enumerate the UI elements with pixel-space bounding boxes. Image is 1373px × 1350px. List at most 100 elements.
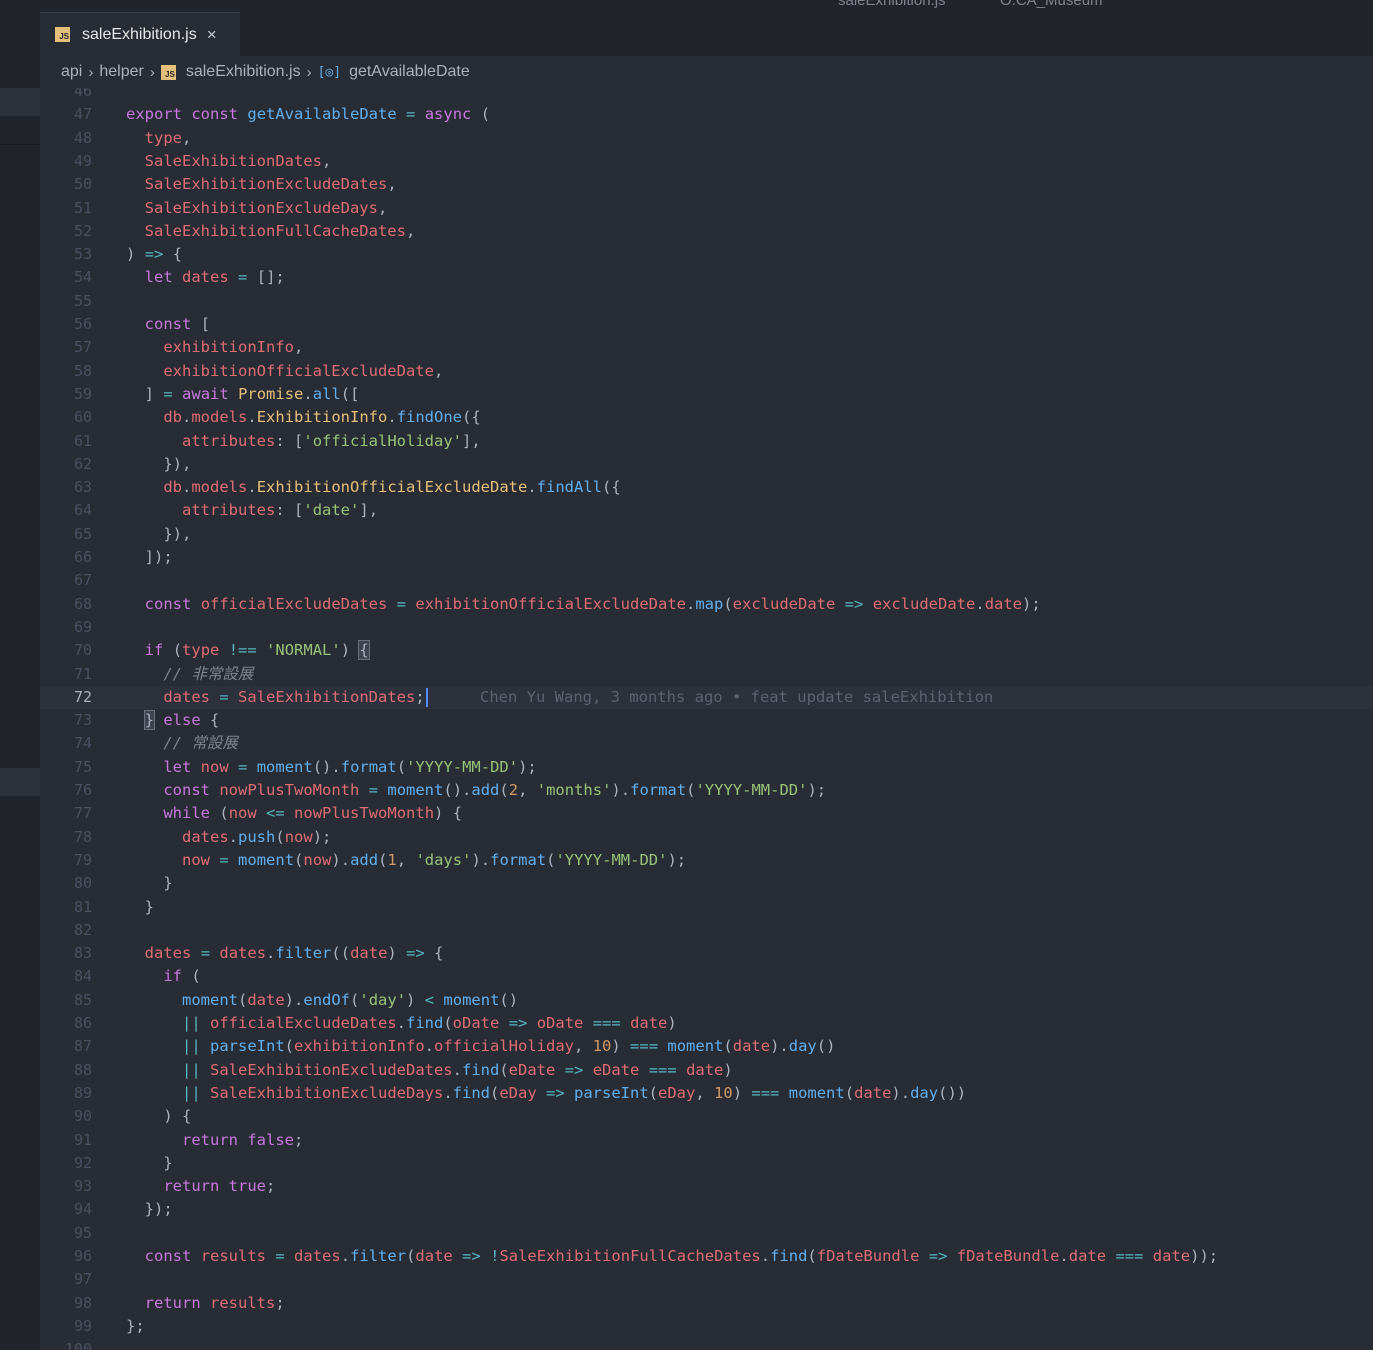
code-line[interactable]: 72 dates = SaleExhibitionDates; Chen Yu W… bbox=[40, 685, 1373, 710]
code-line[interactable]: 60 db.models.ExhibitionInfo.findOne({ bbox=[40, 406, 1373, 429]
close-icon[interactable]: × bbox=[207, 26, 217, 43]
code-line[interactable]: 96 const results = dates.filter(date => … bbox=[40, 1245, 1373, 1268]
code-line[interactable]: 64 attributes: ['date'], bbox=[40, 499, 1373, 522]
code-line[interactable]: 49 SaleExhibitionDates, bbox=[40, 150, 1373, 173]
code-text: } bbox=[163, 874, 173, 893]
code-line[interactable]: 77 while (now <= nowPlusTwoMonth) { bbox=[40, 802, 1373, 825]
code-line[interactable]: 91 return false; bbox=[40, 1129, 1373, 1152]
line-number: 62 bbox=[73, 454, 92, 473]
line-number: 93 bbox=[73, 1177, 92, 1196]
code-line[interactable]: 59 ] = await Promise.all([ bbox=[40, 383, 1373, 406]
code-text: || officialExcludeDates.find(oDate => oD… bbox=[182, 1014, 677, 1032]
code-line[interactable]: 66 ]); bbox=[40, 546, 1373, 569]
line-number: 69 bbox=[73, 617, 92, 636]
code-line[interactable]: 62 }), bbox=[40, 453, 1373, 476]
line-number: 66 bbox=[73, 548, 92, 566]
code-text: let dates = []; bbox=[144, 268, 285, 287]
code-line[interactable]: 88 || SaleExhibitionExcludeDates.find(eD… bbox=[40, 1059, 1373, 1082]
code-line[interactable]: 95 bbox=[40, 1222, 1373, 1245]
line-number: 73 bbox=[73, 711, 92, 730]
tab-label: saleExhibition.js bbox=[82, 25, 197, 43]
code-line[interactable]: 54 let dates = []; bbox=[40, 266, 1373, 289]
code-line[interactable]: 86 || officialExcludeDates.find(oDate =>… bbox=[40, 1012, 1373, 1035]
line-number: 88 bbox=[73, 1060, 92, 1079]
breadcrumb-item-function[interactable]: getAvailableDate bbox=[349, 63, 470, 81]
code-line[interactable]: 50 SaleExhibitionExcludeDates, bbox=[40, 173, 1373, 196]
line-number: 63 bbox=[73, 478, 92, 497]
line-number: 91 bbox=[73, 1130, 92, 1149]
breadcrumb-item-helper[interactable]: helper bbox=[99, 63, 143, 81]
code-line[interactable]: 75 let now = moment().format('YYYY-MM-DD… bbox=[40, 756, 1373, 779]
sidebar-item[interactable] bbox=[0, 768, 40, 796]
line-number: 72 bbox=[73, 687, 92, 706]
sidebar-divider bbox=[0, 144, 40, 145]
code-line[interactable]: 47 export const getAvailableDate = async … bbox=[40, 103, 1373, 126]
code-line[interactable]: 73 } else { bbox=[40, 709, 1373, 732]
code-text: return results; bbox=[144, 1293, 285, 1312]
line-number: 55 bbox=[73, 291, 92, 310]
line-number: 87 bbox=[73, 1037, 92, 1056]
code-line[interactable]: 56 const [ bbox=[40, 313, 1373, 336]
line-number: 58 bbox=[73, 361, 92, 380]
code-line[interactable]: 100 bbox=[40, 1338, 1373, 1350]
code-line[interactable]: 89 || SaleExhibitionExcludeDays.find(eDa… bbox=[40, 1082, 1373, 1105]
code-line[interactable]: 84 if ( bbox=[40, 965, 1373, 988]
code-line[interactable]: 99}; bbox=[40, 1315, 1373, 1338]
code-line[interactable]: 81 } bbox=[40, 896, 1373, 919]
code-line[interactable]: 90 ) { bbox=[40, 1105, 1373, 1128]
method-icon: [◎] bbox=[317, 64, 342, 80]
line-number: 90 bbox=[73, 1107, 92, 1126]
code-line[interactable]: 98 return results; bbox=[40, 1292, 1373, 1315]
code-line[interactable]: 80 } bbox=[40, 872, 1373, 895]
sidebar bbox=[0, 12, 40, 1350]
code-line[interactable]: 83 dates = dates.filter((date) => { bbox=[40, 942, 1373, 965]
code-line[interactable]: 58 exhibitionOfficialExcludeDate, bbox=[40, 360, 1373, 383]
code-line[interactable]: 55 bbox=[40, 290, 1373, 313]
code-line[interactable]: 57 exhibitionInfo, bbox=[40, 336, 1373, 359]
code-line[interactable]: 46 bbox=[40, 88, 1373, 103]
chevron-right-icon: › bbox=[149, 63, 155, 81]
code-line[interactable]: 71 // 非常設展 bbox=[40, 663, 1373, 686]
code-line[interactable]: 92 } bbox=[40, 1152, 1373, 1175]
code-line[interactable]: 51 SaleExhibitionExcludeDays, bbox=[40, 197, 1373, 220]
code-line[interactable]: 69 bbox=[40, 616, 1373, 639]
code-line[interactable]: 97 bbox=[40, 1268, 1373, 1291]
code-line[interactable]: 61 attributes: ['officialHoliday'], bbox=[40, 430, 1373, 453]
code-line[interactable]: 79 now = moment(now).add(1, 'days').form… bbox=[40, 849, 1373, 872]
code-line[interactable]: 78 dates.push(now); bbox=[40, 826, 1373, 849]
code-line[interactable]: 63 db.models.ExhibitionOfficialExcludeDa… bbox=[40, 476, 1373, 499]
code-line[interactable]: 70 if (type !== 'NORMAL') { bbox=[40, 639, 1373, 662]
code-line[interactable]: 67 bbox=[40, 569, 1373, 592]
line-number: 86 bbox=[73, 1014, 92, 1032]
code-text: SaleExhibitionExcludeDates, bbox=[144, 175, 397, 194]
code-text: db.models.ExhibitionInfo.findOne({ bbox=[163, 408, 481, 427]
code-line[interactable]: 68 const officialExcludeDates = exhibiti… bbox=[40, 593, 1373, 616]
code-line[interactable]: 52 SaleExhibitionFullCacheDates, bbox=[40, 220, 1373, 243]
code-text: SaleExhibitionDates, bbox=[144, 151, 332, 170]
code-line[interactable]: 74 // 常設展 bbox=[40, 732, 1373, 755]
tab-saleexhibition[interactable]: JS saleExhibition.js × bbox=[40, 12, 240, 56]
line-number: 84 bbox=[73, 967, 92, 986]
code-line[interactable]: 85 moment(date).endOf('day') < moment() bbox=[40, 989, 1373, 1012]
code-text: } else { bbox=[143, 710, 220, 731]
code-line[interactable]: 76 const nowPlusTwoMonth = moment().add(… bbox=[40, 779, 1373, 802]
sidebar-item[interactable] bbox=[0, 88, 40, 116]
line-number: 65 bbox=[73, 524, 92, 543]
code-text: // 常設展 bbox=[163, 734, 238, 753]
code-line[interactable]: 93 return true; bbox=[40, 1175, 1373, 1198]
code-text: return false; bbox=[182, 1130, 304, 1149]
breadcrumb-item-file[interactable]: saleExhibition.js bbox=[186, 63, 301, 81]
breadcrumb-item-api[interactable]: api bbox=[61, 63, 82, 81]
code-line[interactable]: 53) => { bbox=[40, 243, 1373, 266]
code-line[interactable]: 48 type, bbox=[40, 127, 1373, 150]
code-text: exhibitionInfo, bbox=[163, 338, 304, 357]
code-line[interactable]: 82 bbox=[40, 919, 1373, 942]
code-editor[interactable]: 46 47 export const getAvailableDate = asyn… bbox=[40, 88, 1373, 1350]
code-text: SaleExhibitionFullCacheDates, bbox=[144, 221, 416, 240]
code-line[interactable]: 94 }); bbox=[40, 1198, 1373, 1221]
code-text: // 非常設展 bbox=[163, 664, 254, 683]
code-text: }), bbox=[163, 524, 192, 543]
code-line[interactable]: 87 || parseInt(exhibitionInfo.officialHo… bbox=[40, 1035, 1373, 1058]
code-line[interactable]: 65 }), bbox=[40, 523, 1373, 546]
code-text: exhibitionOfficialExcludeDate, bbox=[163, 361, 444, 380]
